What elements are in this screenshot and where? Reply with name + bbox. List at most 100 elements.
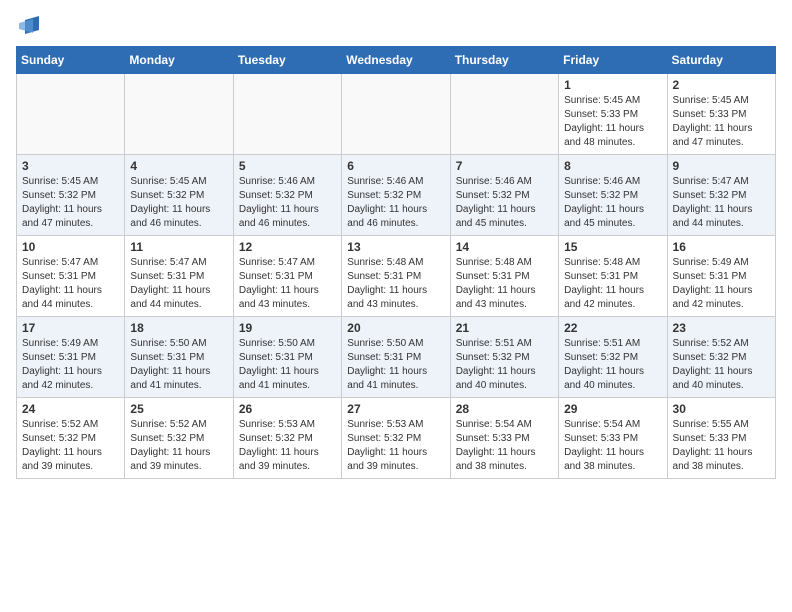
daylight: Daylight: 11 hours and 47 minutes. — [22, 204, 102, 229]
sunrise: Sunrise: 5:51 AM — [564, 338, 640, 349]
calendar-cell: 10 Sunrise: 5:47 AM Sunset: 5:31 PM Dayl… — [17, 236, 125, 317]
day-info: Sunrise: 5:50 AM Sunset: 5:31 PM Dayligh… — [130, 337, 227, 393]
sunrise: Sunrise: 5:50 AM — [130, 338, 206, 349]
day-info: Sunrise: 5:47 AM Sunset: 5:31 PM Dayligh… — [22, 256, 119, 312]
sunrise: Sunrise: 5:47 AM — [673, 176, 749, 187]
sunset: Sunset: 5:32 PM — [673, 190, 747, 201]
sunset: Sunset: 5:33 PM — [564, 433, 638, 444]
day-number: 16 — [673, 240, 770, 254]
sunrise: Sunrise: 5:47 AM — [130, 257, 206, 268]
calendar-cell: 19 Sunrise: 5:50 AM Sunset: 5:31 PM Dayl… — [233, 317, 341, 398]
sunrise: Sunrise: 5:55 AM — [673, 419, 749, 430]
calendar-cell: 28 Sunrise: 5:54 AM Sunset: 5:33 PM Dayl… — [450, 398, 558, 479]
calendar-cell: 6 Sunrise: 5:46 AM Sunset: 5:32 PM Dayli… — [342, 155, 450, 236]
day-number: 3 — [22, 159, 119, 173]
sunset: Sunset: 5:31 PM — [22, 352, 96, 363]
daylight: Daylight: 11 hours and 39 minutes. — [130, 447, 210, 472]
day-info: Sunrise: 5:45 AM Sunset: 5:32 PM Dayligh… — [22, 175, 119, 231]
calendar-table: SundayMondayTuesdayWednesdayThursdayFrid… — [16, 46, 776, 479]
calendar-cell: 11 Sunrise: 5:47 AM Sunset: 5:31 PM Dayl… — [125, 236, 233, 317]
sunrise: Sunrise: 5:45 AM — [673, 95, 749, 106]
daylight: Daylight: 11 hours and 44 minutes. — [22, 285, 102, 310]
sunrise: Sunrise: 5:54 AM — [456, 419, 532, 430]
sunset: Sunset: 5:32 PM — [22, 190, 96, 201]
day-info: Sunrise: 5:45 AM Sunset: 5:33 PM Dayligh… — [564, 94, 661, 150]
day-info: Sunrise: 5:53 AM Sunset: 5:32 PM Dayligh… — [239, 418, 336, 474]
sunrise: Sunrise: 5:50 AM — [347, 338, 423, 349]
weekday-header-monday: Monday — [125, 47, 233, 74]
calendar-cell: 24 Sunrise: 5:52 AM Sunset: 5:32 PM Dayl… — [17, 398, 125, 479]
day-info: Sunrise: 5:52 AM Sunset: 5:32 PM Dayligh… — [673, 337, 770, 393]
calendar-cell — [17, 74, 125, 155]
calendar-cell: 27 Sunrise: 5:53 AM Sunset: 5:32 PM Dayl… — [342, 398, 450, 479]
sunrise: Sunrise: 5:45 AM — [564, 95, 640, 106]
day-info: Sunrise: 5:45 AM Sunset: 5:32 PM Dayligh… — [130, 175, 227, 231]
sunrise: Sunrise: 5:48 AM — [347, 257, 423, 268]
weekday-header-sunday: Sunday — [17, 47, 125, 74]
sunset: Sunset: 5:31 PM — [456, 271, 530, 282]
calendar-cell: 15 Sunrise: 5:48 AM Sunset: 5:31 PM Dayl… — [559, 236, 667, 317]
calendar-cell: 2 Sunrise: 5:45 AM Sunset: 5:33 PM Dayli… — [667, 74, 775, 155]
daylight: Daylight: 11 hours and 44 minutes. — [130, 285, 210, 310]
weekday-header-thursday: Thursday — [450, 47, 558, 74]
sunset: Sunset: 5:32 PM — [564, 352, 638, 363]
day-number: 5 — [239, 159, 336, 173]
sunrise: Sunrise: 5:46 AM — [347, 176, 423, 187]
day-number: 23 — [673, 321, 770, 335]
calendar-cell — [342, 74, 450, 155]
calendar-cell: 1 Sunrise: 5:45 AM Sunset: 5:33 PM Dayli… — [559, 74, 667, 155]
sunset: Sunset: 5:31 PM — [239, 271, 313, 282]
sunset: Sunset: 5:32 PM — [347, 433, 421, 444]
sunrise: Sunrise: 5:49 AM — [22, 338, 98, 349]
daylight: Daylight: 11 hours and 38 minutes. — [673, 447, 753, 472]
day-number: 29 — [564, 402, 661, 416]
day-info: Sunrise: 5:55 AM Sunset: 5:33 PM Dayligh… — [673, 418, 770, 474]
sunrise: Sunrise: 5:45 AM — [130, 176, 206, 187]
sunrise: Sunrise: 5:49 AM — [673, 257, 749, 268]
day-number: 24 — [22, 402, 119, 416]
day-info: Sunrise: 5:52 AM Sunset: 5:32 PM Dayligh… — [130, 418, 227, 474]
sunrise: Sunrise: 5:46 AM — [239, 176, 315, 187]
daylight: Daylight: 11 hours and 42 minutes. — [673, 285, 753, 310]
day-info: Sunrise: 5:49 AM Sunset: 5:31 PM Dayligh… — [673, 256, 770, 312]
day-number: 28 — [456, 402, 553, 416]
daylight: Daylight: 11 hours and 46 minutes. — [130, 204, 210, 229]
day-info: Sunrise: 5:46 AM Sunset: 5:32 PM Dayligh… — [564, 175, 661, 231]
day-number: 13 — [347, 240, 444, 254]
daylight: Daylight: 11 hours and 40 minutes. — [564, 366, 644, 391]
calendar-cell — [125, 74, 233, 155]
sunrise: Sunrise: 5:47 AM — [22, 257, 98, 268]
weekday-header-row: SundayMondayTuesdayWednesdayThursdayFrid… — [17, 47, 776, 74]
sunrise: Sunrise: 5:48 AM — [564, 257, 640, 268]
daylight: Daylight: 11 hours and 40 minutes. — [456, 366, 536, 391]
calendar-cell: 3 Sunrise: 5:45 AM Sunset: 5:32 PM Dayli… — [17, 155, 125, 236]
sunset: Sunset: 5:31 PM — [239, 352, 313, 363]
day-info: Sunrise: 5:54 AM Sunset: 5:33 PM Dayligh… — [456, 418, 553, 474]
day-number: 8 — [564, 159, 661, 173]
day-number: 2 — [673, 78, 770, 92]
daylight: Daylight: 11 hours and 48 minutes. — [564, 123, 644, 148]
sunrise: Sunrise: 5:46 AM — [456, 176, 532, 187]
week-row-5: 24 Sunrise: 5:52 AM Sunset: 5:32 PM Dayl… — [17, 398, 776, 479]
day-number: 30 — [673, 402, 770, 416]
day-info: Sunrise: 5:47 AM Sunset: 5:31 PM Dayligh… — [130, 256, 227, 312]
daylight: Daylight: 11 hours and 40 minutes. — [673, 366, 753, 391]
day-number: 15 — [564, 240, 661, 254]
day-info: Sunrise: 5:46 AM Sunset: 5:32 PM Dayligh… — [239, 175, 336, 231]
day-number: 7 — [456, 159, 553, 173]
calendar-cell: 17 Sunrise: 5:49 AM Sunset: 5:31 PM Dayl… — [17, 317, 125, 398]
day-number: 21 — [456, 321, 553, 335]
sunset: Sunset: 5:31 PM — [130, 271, 204, 282]
daylight: Daylight: 11 hours and 42 minutes. — [564, 285, 644, 310]
weekday-header-wednesday: Wednesday — [342, 47, 450, 74]
daylight: Daylight: 11 hours and 41 minutes. — [239, 366, 319, 391]
day-info: Sunrise: 5:49 AM Sunset: 5:31 PM Dayligh… — [22, 337, 119, 393]
sunset: Sunset: 5:32 PM — [456, 352, 530, 363]
calendar-cell: 13 Sunrise: 5:48 AM Sunset: 5:31 PM Dayl… — [342, 236, 450, 317]
sunrise: Sunrise: 5:48 AM — [456, 257, 532, 268]
weekday-header-tuesday: Tuesday — [233, 47, 341, 74]
sunrise: Sunrise: 5:52 AM — [130, 419, 206, 430]
page-header — [16, 16, 776, 34]
sunset: Sunset: 5:31 PM — [347, 352, 421, 363]
sunrise: Sunrise: 5:46 AM — [564, 176, 640, 187]
